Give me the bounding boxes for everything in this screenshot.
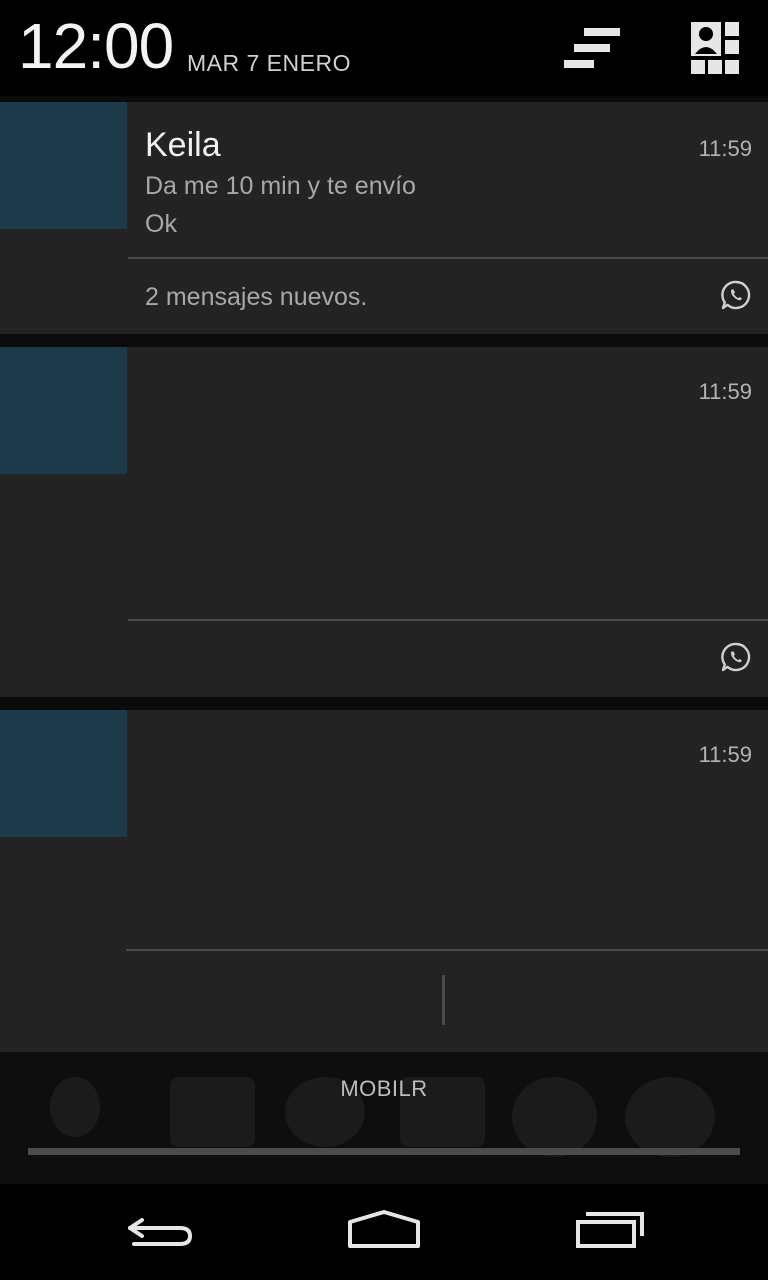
quick-settings-icon xyxy=(691,22,739,74)
notification-summary: 2 mensajes nuevos. xyxy=(145,283,368,311)
whatsapp-icon xyxy=(721,642,751,672)
divider xyxy=(126,949,768,951)
divider xyxy=(128,257,768,259)
whatsapp-icon xyxy=(721,280,751,310)
contact-avatar xyxy=(0,347,127,474)
recent-apps-icon xyxy=(576,1212,644,1248)
divider xyxy=(128,619,768,621)
back-button[interactable] xyxy=(120,1206,200,1256)
notification-card[interactable]: 11:59 xyxy=(0,347,768,697)
contact-avatar xyxy=(0,710,127,837)
notification-shade: 12:00 MAR 7 ENERO 11:59 Keila Da me 10 m… xyxy=(0,0,768,1280)
message-line: Ok xyxy=(145,210,177,238)
clear-all-icon xyxy=(564,28,620,68)
panel-gap xyxy=(0,334,768,347)
notification-time: 11:59 xyxy=(698,379,752,404)
action-separator xyxy=(442,975,445,1025)
clear-all-button[interactable] xyxy=(560,18,624,82)
notification-time: 11:59 xyxy=(698,742,752,767)
notification-title: Keila xyxy=(145,126,221,164)
home-button[interactable] xyxy=(344,1206,424,1256)
quick-settings-button[interactable] xyxy=(685,18,749,82)
shade-drag-handle[interactable] xyxy=(28,1148,740,1155)
clock: 12:00 xyxy=(18,10,174,82)
home-icon xyxy=(348,1210,420,1248)
carrier-area: MOBILR xyxy=(0,1052,768,1184)
date-label: MAR 7 ENERO xyxy=(187,50,351,76)
notification-card[interactable]: 11:59 Keila Da me 10 min y te envío Ok 2… xyxy=(0,102,768,334)
back-icon xyxy=(128,1218,193,1246)
panel-gap xyxy=(0,697,768,710)
contact-avatar xyxy=(0,102,127,229)
carrier-label: MOBILR xyxy=(340,1076,428,1101)
message-line: Da me 10 min y te envío xyxy=(145,172,416,200)
shade-header: 12:00 MAR 7 ENERO xyxy=(0,0,768,100)
notification-time: 11:59 xyxy=(698,136,752,161)
recent-apps-button[interactable] xyxy=(570,1206,650,1256)
navigation-bar xyxy=(0,1184,768,1280)
notification-card[interactable]: 11:59 xyxy=(0,710,768,1052)
